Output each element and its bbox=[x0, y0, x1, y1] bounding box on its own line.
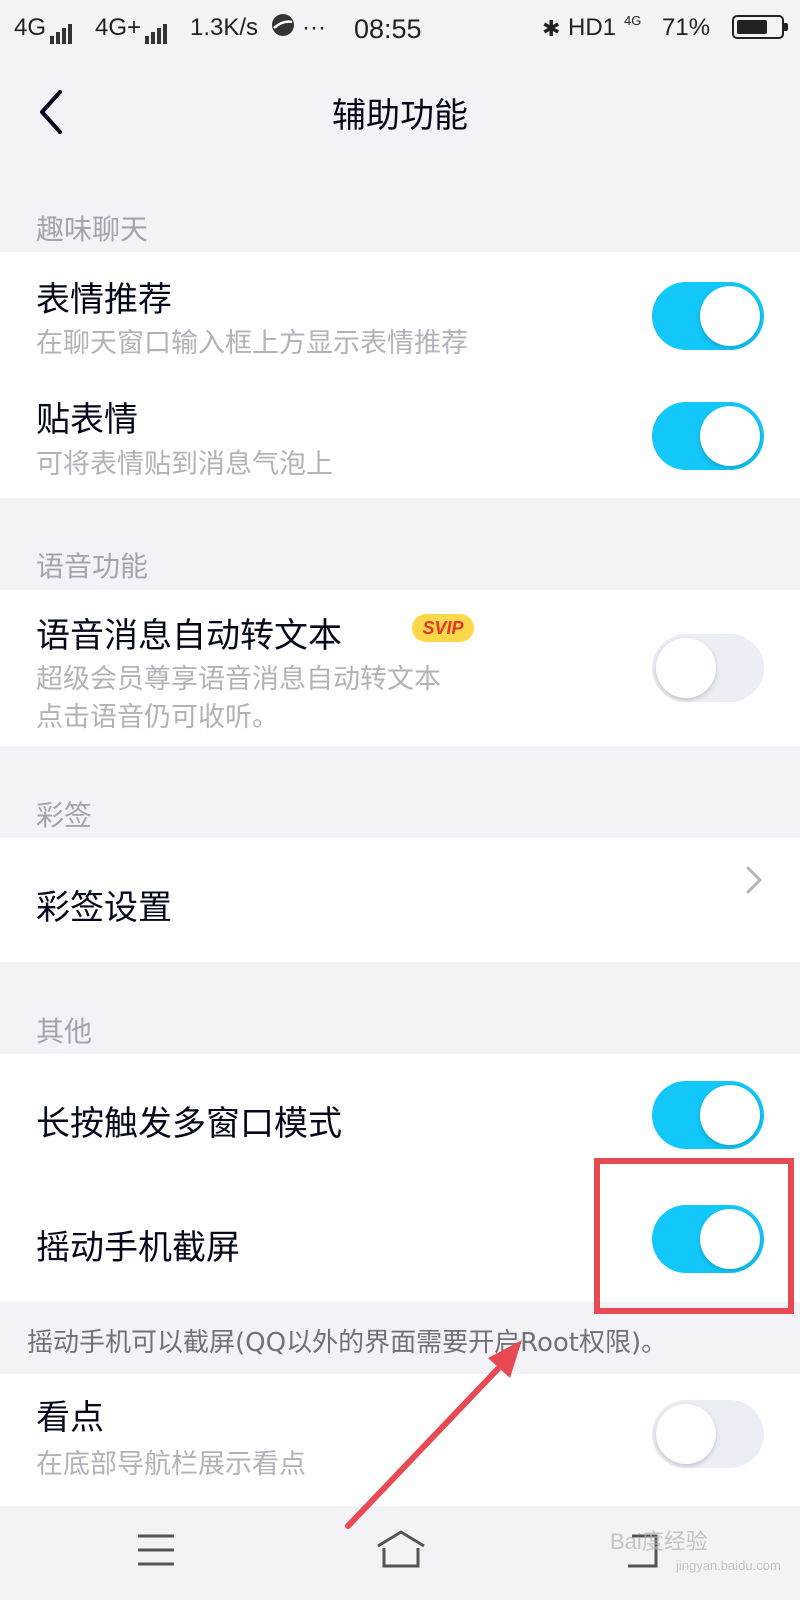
item-desc-emoji-recommend: 在聊天窗口输入框上方显示表情推荐 bbox=[36, 328, 468, 359]
network-type-small: 4G bbox=[624, 13, 642, 28]
network-speed: 1.3K/s bbox=[190, 14, 259, 41]
item-desc-voice-to-text-2: 点击语音仍可收听。 bbox=[36, 702, 279, 733]
annotation-highlight-box bbox=[594, 1158, 794, 1314]
signal-indicator-2: 4G+ bbox=[95, 14, 169, 44]
signal-label-1: 4G bbox=[14, 14, 47, 41]
item-desc-voice-to-text-1: 超级会员尊享语音消息自动转文本 bbox=[36, 664, 441, 695]
app-notification-icon bbox=[270, 12, 296, 45]
hd-indicator: HD1 bbox=[568, 14, 617, 41]
item-desc-kandian: 在底部导航栏展示看点 bbox=[36, 1449, 306, 1480]
clock: 08:55 bbox=[354, 14, 422, 44]
signal-label-2: 4G+ bbox=[95, 14, 142, 41]
item-title-sticker: 贴表情 bbox=[36, 400, 138, 440]
battery-level-fill bbox=[737, 20, 767, 34]
item-title-voice-to-text: 语音消息自动转文本 bbox=[36, 616, 342, 656]
page-title: 辅助功能 bbox=[332, 96, 468, 136]
status-bar: 4G 4G+ 1.3K/s ··· 08:55 ✱ HD1 4G 71% bbox=[0, 0, 800, 56]
signal-bars-icon bbox=[145, 16, 169, 44]
more-notifications-icon: ··· bbox=[302, 14, 326, 41]
bluetooth-icon: ✱ bbox=[542, 16, 561, 41]
toggle-knob bbox=[656, 638, 716, 698]
toggle-knob bbox=[700, 1085, 760, 1145]
shake-screenshot-note: 摇动手机可以截屏(QQ以外的界面需要开启Root权限)。 bbox=[27, 1328, 668, 1358]
toggle-emoji-recommend[interactable] bbox=[652, 282, 764, 350]
item-desc-sticker: 可将表情贴到消息气泡上 bbox=[36, 449, 333, 480]
watermark-sub: jingyan.baidu.com bbox=[676, 1558, 781, 1573]
toggle-kandian[interactable] bbox=[652, 1400, 764, 1468]
menu-icon[interactable] bbox=[136, 1532, 176, 1568]
item-title-shake-screenshot: 摇动手机截屏 bbox=[36, 1228, 240, 1268]
watermark: Bai度经验 bbox=[610, 1529, 708, 1554]
svip-badge: SVIP bbox=[412, 614, 474, 642]
battery-percent: 71% bbox=[662, 14, 711, 41]
chevron-right-icon bbox=[746, 866, 762, 894]
home-icon[interactable] bbox=[374, 1528, 428, 1570]
toggle-sticker[interactable] bbox=[652, 402, 764, 470]
toggle-knob bbox=[700, 286, 760, 346]
signal-indicator-1: 4G bbox=[14, 14, 74, 44]
item-title-multi-window: 长按触发多窗口模式 bbox=[36, 1104, 342, 1144]
section-header-other: 其他 bbox=[36, 1015, 93, 1048]
section-header-voice: 语音功能 bbox=[36, 550, 149, 583]
signal-bars-icon bbox=[50, 16, 74, 44]
item-title-caiqian-settings: 彩签设置 bbox=[36, 888, 172, 928]
section-header-fun-chat: 趣味聊天 bbox=[36, 213, 149, 246]
section-header-caiqian: 彩签 bbox=[36, 799, 93, 832]
battery-icon bbox=[732, 15, 788, 39]
toggle-voice-to-text[interactable] bbox=[652, 634, 764, 702]
item-title-emoji-recommend: 表情推荐 bbox=[36, 280, 172, 320]
system-nav-bar: Bai度经验 jingyan.baidu.com bbox=[0, 1506, 800, 1600]
toggle-knob bbox=[700, 406, 760, 466]
toggle-multi-window[interactable] bbox=[652, 1081, 764, 1149]
item-title-kandian: 看点 bbox=[36, 1398, 104, 1438]
toggle-knob bbox=[656, 1404, 716, 1464]
